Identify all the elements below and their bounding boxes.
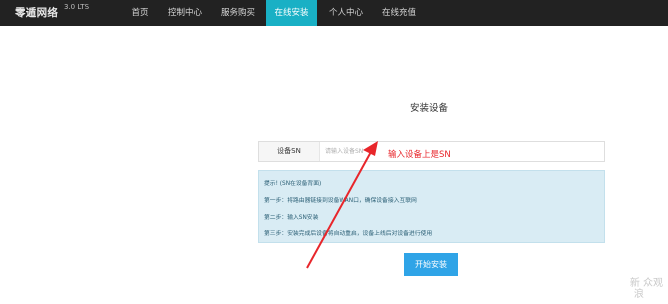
- red-arrow-annotation: [306, 141, 378, 269]
- watermark-line-2: 浪: [633, 289, 644, 300]
- watermark: 新 众观 浪: [630, 278, 663, 300]
- watermark-line-1: 新 众观: [629, 278, 663, 289]
